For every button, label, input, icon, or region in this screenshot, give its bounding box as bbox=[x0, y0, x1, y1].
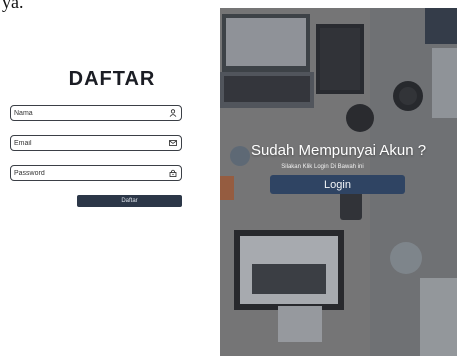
email-input[interactable] bbox=[14, 137, 154, 149]
name-field[interactable] bbox=[10, 105, 182, 121]
register-panel: DAFTAR Daftar bbox=[0, 18, 220, 356]
email-field[interactable] bbox=[10, 135, 182, 151]
mail-icon bbox=[169, 139, 177, 147]
login-button[interactable]: Login bbox=[270, 175, 405, 194]
user-icon bbox=[169, 109, 177, 117]
daftar-button[interactable]: Daftar bbox=[77, 195, 182, 207]
password-field[interactable] bbox=[10, 165, 182, 181]
register-title: DAFTAR bbox=[68, 68, 156, 90]
lock-icon bbox=[169, 169, 177, 177]
password-input[interactable] bbox=[14, 167, 154, 179]
login-panel: Sudah Mempunyai Akun ? Silakan Klik Logi… bbox=[220, 8, 457, 356]
name-input[interactable] bbox=[14, 107, 154, 119]
top-caption: ya. bbox=[2, 0, 24, 12]
login-heading: Sudah Mempunyai Akun ? bbox=[250, 142, 427, 159]
login-subtext: Silakan Klik Login Di Bawah ini bbox=[281, 164, 364, 170]
page: ya. DAFTAR Daftar bbox=[0, 0, 457, 356]
